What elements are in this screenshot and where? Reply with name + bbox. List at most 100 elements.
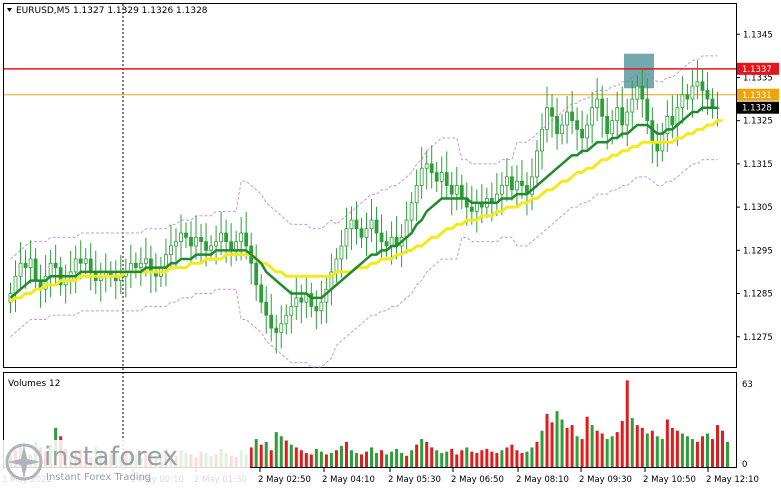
volume-bar [515, 450, 519, 467]
watermark-tagline: Instant Forex Trading [46, 472, 152, 483]
candle-body [680, 94, 685, 109]
volume-bar [425, 441, 429, 467]
candle-body [53, 262, 58, 269]
candle-body [424, 163, 429, 169]
candle-body [78, 258, 83, 264]
candle-body [505, 176, 509, 186]
price-tick-label: 1.1335 [743, 73, 773, 83]
volume-bar [314, 448, 318, 467]
candle-body [73, 258, 78, 273]
volume-bar [615, 432, 619, 467]
candle-body [404, 219, 409, 238]
volume-bar [715, 425, 719, 467]
volume-bar [670, 427, 674, 467]
volume-bar [254, 439, 258, 467]
volume-bar [440, 453, 444, 467]
candle-body [133, 262, 138, 269]
volume-bar [455, 454, 459, 467]
volume-bar [299, 450, 303, 467]
candle-body [379, 232, 384, 243]
candle-body [179, 232, 183, 243]
candle-body [13, 275, 18, 294]
volume-bar [550, 422, 554, 467]
candle-body [645, 98, 650, 122]
volume-bar [344, 441, 348, 467]
candle-body [364, 228, 369, 238]
volume-bar [520, 453, 524, 467]
candle-body [550, 107, 554, 117]
volume-bar [430, 447, 434, 467]
volumes-title: Volumes 12 [8, 379, 60, 389]
candle-body [675, 107, 680, 126]
candle-body [515, 180, 519, 191]
watermark: instaforex Instant Forex Trading [0, 440, 250, 485]
volume-bar [339, 446, 343, 467]
volume-bar [450, 448, 454, 467]
volume-bar [625, 380, 629, 467]
volume-bar [585, 416, 589, 467]
candle-body [224, 232, 229, 243]
candle-body [23, 262, 28, 269]
candle-body [555, 115, 559, 135]
candle-body [174, 241, 178, 247]
candle-body [199, 236, 203, 243]
candle-body [610, 120, 615, 135]
volume-bar [505, 447, 509, 467]
candle-body [18, 262, 23, 277]
candle-body [690, 85, 695, 100]
volume-tick-label: 63 [742, 380, 753, 390]
candle-body [169, 245, 173, 256]
volume-bar [570, 425, 574, 467]
candle-body [570, 111, 574, 122]
volume-bar [380, 450, 384, 467]
candle-body [83, 258, 88, 264]
volume-bar [249, 447, 253, 467]
volume-bar [294, 447, 298, 467]
candle-body [635, 85, 640, 100]
volume-bar [309, 454, 313, 467]
chart-title: EURUSD,M5 1.1327 1.1329 1.1326 1.1328 [16, 6, 208, 16]
volume-bar [630, 418, 634, 467]
candle-body [685, 94, 690, 100]
volume-bar [269, 450, 273, 467]
candle-body [143, 258, 148, 264]
candle-body [700, 81, 705, 91]
candle-body [469, 206, 474, 212]
candle-body [314, 306, 319, 312]
candle-body [359, 228, 364, 238]
volume-bar [580, 439, 584, 467]
candle-body [705, 90, 710, 100]
volume-bar [405, 455, 409, 467]
volume-bar [495, 453, 499, 467]
candle-body [600, 98, 605, 117]
candle-body [269, 314, 274, 329]
volume-bar [480, 450, 484, 467]
candle-body [339, 245, 344, 260]
volume-bar [650, 430, 654, 467]
candle-body [434, 172, 439, 182]
volume-bar [665, 419, 669, 467]
volume-bar [545, 413, 549, 467]
candle-body [595, 98, 600, 109]
volume-bar [655, 436, 659, 467]
price-tick-label: 1.1285 [743, 290, 773, 300]
candle-body [264, 301, 269, 316]
candle-body [585, 124, 590, 139]
volume-bar [525, 451, 529, 467]
candle-body [349, 219, 354, 230]
candle-body [520, 180, 524, 186]
volume-bar [264, 441, 268, 467]
candle-body [710, 98, 715, 109]
candle-body [284, 314, 289, 325]
candle-body [244, 232, 249, 247]
price-axis: 1.1345 1.1335 1.1325 1.1315 1.1305 1.1295 1.12… [736, 30, 779, 470]
volume-tick-label: 0 [742, 460, 747, 470]
candle-body [444, 172, 449, 186]
volume-bar [560, 419, 564, 467]
volume-bar [640, 427, 644, 467]
candle-body [149, 258, 153, 273]
candle-body [409, 202, 414, 221]
candle-body [319, 301, 324, 312]
candle-body [28, 258, 33, 269]
candle-body [565, 111, 569, 126]
